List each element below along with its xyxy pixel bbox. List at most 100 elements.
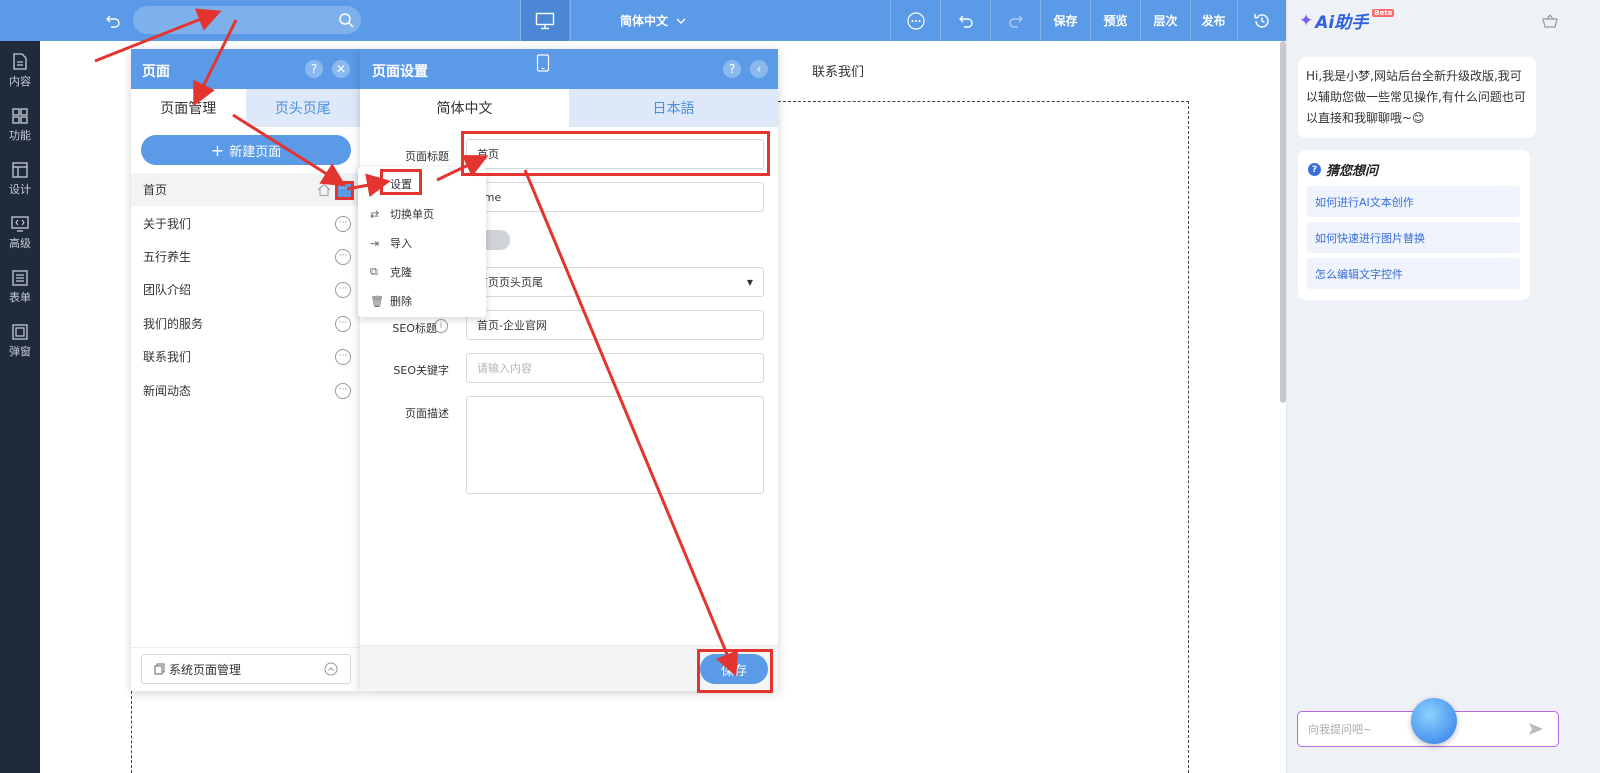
undo-nav-icon[interactable]: [98, 0, 128, 41]
basket-icon[interactable]: [1542, 14, 1558, 28]
menu-item-clone[interactable]: ⧉ 克隆: [370, 264, 412, 280]
page-row-home[interactable]: 首页 ···: [131, 173, 360, 206]
page-row[interactable]: 我们的服务 ···: [131, 307, 360, 340]
menu-label: 删除: [390, 295, 412, 308]
more-dots-icon[interactable]: ···: [335, 348, 351, 365]
guess-title-text: 猜您想问: [1326, 164, 1379, 179]
description-label: 页面描述: [405, 407, 449, 420]
language-label: 简体中文: [620, 14, 669, 28]
beta-badge: Beta: [1372, 8, 1395, 17]
preview-button[interactable]: 预览: [1091, 0, 1140, 41]
home-icon[interactable]: [317, 183, 331, 197]
rail-item-design[interactable]: 设计: [0, 153, 40, 205]
menu-item-delete[interactable]: 🗑 删除: [370, 293, 412, 309]
pages-panel-title: 页面: [142, 64, 170, 80]
rail-item-content[interactable]: 内容: [0, 45, 40, 97]
send-icon[interactable]: [1528, 722, 1544, 736]
suggestion-item[interactable]: 如何快速进行图片替换: [1307, 222, 1520, 253]
page-name: 关于我们: [143, 217, 192, 231]
more-button[interactable]: [891, 0, 940, 41]
page-row[interactable]: 关于我们 ···: [131, 207, 360, 240]
tab-page-management[interactable]: 页面管理: [131, 89, 246, 127]
page-row[interactable]: 联系我们 ···: [131, 340, 360, 373]
monitor-icon: [535, 12, 555, 29]
more-dots-icon[interactable]: ···: [335, 382, 351, 399]
more-dots-icon: [906, 11, 925, 30]
redo-icon: [1008, 15, 1023, 28]
section-border: [1188, 101, 1189, 773]
tab-japanese[interactable]: 日本語: [569, 89, 778, 127]
rail-label: 弹窗: [9, 344, 31, 358]
description-textarea[interactable]: [466, 396, 764, 494]
suggestion-item[interactable]: 如何进行AI文本创作: [1307, 186, 1520, 217]
ai-greeting: Hi,我是小梦,网站后台全新升级改版,我可以辅助您做一些常见操作,有什么问题也可…: [1298, 57, 1536, 138]
undo-button[interactable]: [941, 0, 990, 41]
page-row[interactable]: 团队介绍 ···: [131, 273, 360, 306]
page-row[interactable]: 新闻动态 ···: [131, 374, 360, 407]
page-context-menu: ⚙ 设置 ⇄ 切换单页 ⇥ 导入 ⧉ 克隆 🗑 删除: [358, 167, 486, 317]
save-top-button[interactable]: 保存: [1041, 0, 1090, 41]
header-footer-select[interactable]: 首页页头页尾 ▼: [466, 267, 764, 297]
question-icon: ?: [1308, 163, 1321, 176]
annotation-box: [461, 131, 770, 176]
page-name: 首页: [143, 183, 168, 197]
history-button[interactable]: [1238, 0, 1286, 41]
search-input[interactable]: [133, 6, 361, 34]
suggestion-item[interactable]: 怎么编辑文字控件: [1307, 258, 1520, 289]
rail-item-advanced[interactable]: 高级: [0, 207, 40, 259]
help-icon[interactable]: ?: [305, 60, 323, 78]
mobile-view-icon[interactable]: [536, 54, 550, 72]
more-dots-icon[interactable]: ···: [335, 248, 351, 265]
menu-item-switch-single[interactable]: ⇄ 切换单页: [370, 206, 434, 222]
publish-button[interactable]: 发布: [1191, 0, 1236, 41]
more-dots-icon[interactable]: ···: [335, 315, 351, 332]
close-icon[interactable]: ✕: [332, 60, 350, 78]
page-url-input[interactable]: ome: [466, 182, 764, 212]
seo-keywords-input[interactable]: 请输入内容: [466, 353, 764, 383]
info-icon[interactable]: i: [434, 319, 448, 333]
header-footer-value: 首页页头页尾: [477, 276, 543, 289]
collapse-icon[interactable]: ‹: [750, 60, 768, 78]
menu-label: 导入: [390, 237, 412, 250]
desktop-view-button[interactable]: [521, 0, 569, 41]
menu-label: 切换单页: [390, 208, 434, 221]
new-page-button[interactable]: + 新建页面: [141, 135, 351, 165]
history-icon: [1254, 13, 1269, 28]
rail-label: 表单: [9, 290, 31, 304]
rail-label: 高级: [9, 236, 31, 250]
settings-panel-title: 页面设置: [372, 64, 428, 80]
ai-orb-avatar[interactable]: [1411, 698, 1457, 744]
tab-simplified-chinese[interactable]: 简体中文: [360, 89, 569, 127]
page-title-label: 页面标题: [405, 150, 449, 163]
rail-item-function[interactable]: 功能: [0, 99, 40, 151]
annotation-box: [697, 649, 773, 693]
page-row[interactable]: 五行养生 ···: [131, 240, 360, 273]
seo-title-input[interactable]: 首页-企业官网: [466, 310, 764, 340]
settings-panel-header: 页面设置 ? ‹: [360, 49, 778, 89]
ai-assistant-panel: ✦ Ai助手 Beta Hi,我是小梦,网站后台全新升级改版,我可以辅助您做一些…: [1286, 0, 1600, 773]
guess-title: ? 猜您想问: [1308, 160, 1378, 179]
plus-icon: +: [210, 140, 225, 160]
more-dots-icon[interactable]: ···: [335, 281, 351, 298]
redo-button[interactable]: [991, 0, 1040, 41]
pages-tabs: 页面管理 页头页尾: [131, 89, 360, 127]
canvas-nav-item[interactable]: 联系我们: [812, 61, 864, 80]
seo-title-label: SEO标题: [392, 322, 437, 335]
layers-button[interactable]: 层次: [1141, 0, 1190, 41]
section-border: [778, 101, 1189, 102]
seo-keywords-label: SEO关键字: [393, 364, 449, 377]
pages-panel-footer: 系统页面管理: [131, 647, 360, 691]
menu-label: 克隆: [390, 266, 412, 279]
chevron-up-icon: [324, 662, 338, 676]
undo-icon: [958, 15, 973, 28]
menu-item-import[interactable]: ⇥ 导入: [370, 235, 412, 251]
system-pages-select[interactable]: 系统页面管理: [141, 654, 351, 684]
language-select[interactable]: 简体中文: [620, 0, 686, 41]
rail-item-popup[interactable]: 弹窗: [0, 315, 40, 367]
language-tabs: 简体中文 日本語: [360, 89, 778, 127]
more-dots-icon[interactable]: ···: [335, 215, 351, 232]
help-icon[interactable]: ?: [723, 60, 741, 78]
rail-item-form[interactable]: 表单: [0, 261, 40, 313]
new-page-label: 新建页面: [229, 144, 282, 160]
tab-header-footer[interactable]: 页头页尾: [245, 89, 360, 127]
